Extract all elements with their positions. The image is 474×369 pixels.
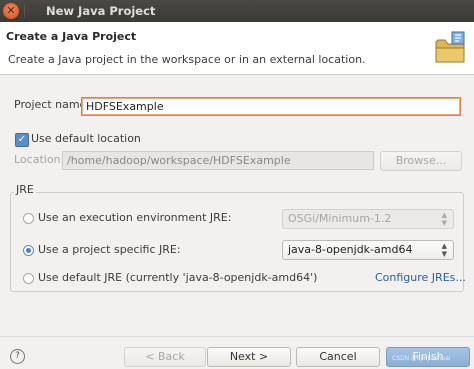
back-button[interactable]: < Back (124, 347, 206, 367)
radio-project-specific-jre[interactable] (23, 245, 34, 256)
help-icon[interactable]: ? (10, 349, 25, 364)
default-jre-label: Use default JRE (currently 'java-8-openj… (38, 271, 318, 284)
execution-environment-select[interactable]: OSGi/Minimum-1.2 ▲ ▼ (282, 209, 454, 229)
radio-default-jre[interactable] (23, 273, 34, 284)
execution-environment-value: OSGi/Minimum-1.2 (288, 212, 392, 225)
location-input[interactable] (62, 151, 374, 170)
project-specific-jre-value: java-8-openjdk-amd64 (288, 243, 413, 256)
cancel-button[interactable]: Cancel (296, 347, 380, 367)
title-divider (24, 4, 25, 18)
project-name-input[interactable] (81, 97, 461, 116)
next-button[interactable]: Next > (207, 347, 291, 367)
folder-icon (435, 31, 465, 63)
window-title: New Java Project (46, 4, 156, 18)
radio-execution-environment[interactable] (23, 213, 34, 224)
use-default-location-label: Use default location (31, 132, 141, 145)
execution-environment-label: Use an execution environment JRE: (38, 211, 232, 224)
wizard-description: Create a Java project in the workspace o… (8, 53, 366, 66)
jre-group-label: JRE (14, 183, 36, 196)
button-bar-separator (0, 336, 474, 337)
spinner-arrows-icon: ▲ ▼ (441, 211, 447, 227)
location-label: Location: (14, 153, 65, 166)
spinner-arrows-icon: ▲ ▼ (441, 242, 447, 258)
title-bar: ✕ New Java Project (0, 0, 474, 22)
project-specific-jre-label: Use a project specific JRE: (38, 243, 181, 256)
check-icon: ✓ (17, 134, 27, 145)
wizard-header: Create a Java Project Create a Java proj… (0, 22, 474, 75)
project-name-label: Project name: (14, 98, 91, 111)
browse-button[interactable]: Browse... (380, 151, 462, 171)
wizard-title: Create a Java Project (6, 30, 137, 43)
close-icon[interactable]: ✕ (3, 3, 19, 19)
use-default-location-checkbox[interactable]: ✓ (15, 133, 29, 147)
project-specific-jre-select[interactable]: java-8-openjdk-amd64 ▲ ▼ (282, 240, 454, 260)
watermark: CSDN @lijinjiashuai (392, 355, 451, 362)
configure-jres-link[interactable]: Configure JREs... (375, 271, 466, 284)
